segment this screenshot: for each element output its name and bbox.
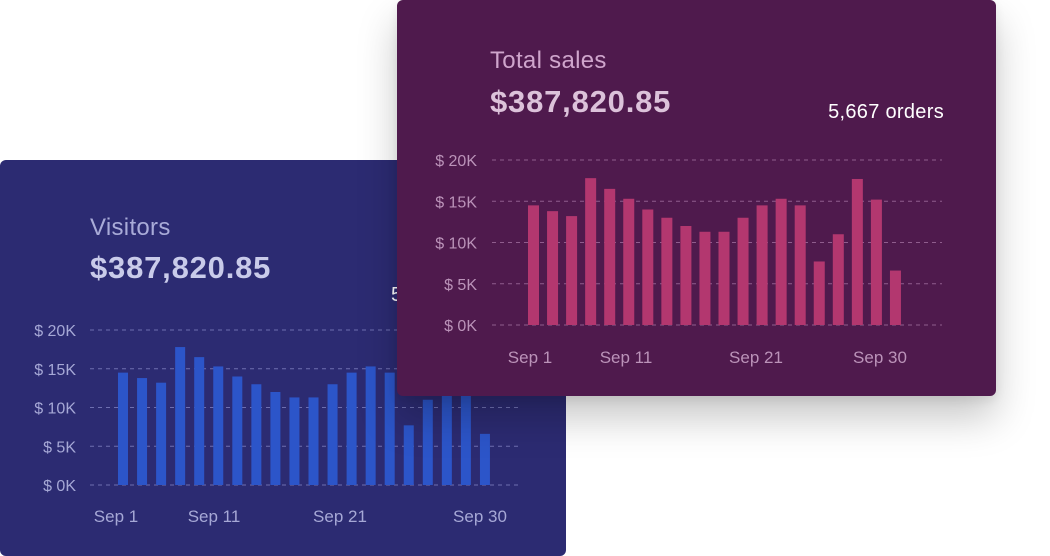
sales-bar-chart: $ 0K $ 5K $ 10K $ 15K $ 20K Sep 1 Sep 11 Sep 21… <box>435 153 942 367</box>
bar <box>403 425 414 485</box>
y-tick-label: $ 5K <box>444 277 477 294</box>
bar <box>794 205 806 325</box>
y-tick-label: $ 0K <box>43 478 76 495</box>
bar <box>251 384 262 485</box>
bar <box>585 178 597 325</box>
bar <box>832 234 844 325</box>
x-tick-label: Sep 21 <box>729 348 783 367</box>
bar <box>384 372 395 485</box>
bar <box>118 372 128 485</box>
y-tick-label: $ 10K <box>34 401 76 418</box>
y-tick-label: $ 20K <box>34 323 76 340</box>
x-tick-label: Sep 30 <box>453 507 507 526</box>
y-tick-label: $ 15K <box>435 194 477 211</box>
bar <box>737 217 749 325</box>
y-tick-label: $ 20K <box>435 153 477 170</box>
bar <box>661 217 673 325</box>
bar <box>642 209 654 325</box>
total-sales-card: Total sales $387,820.85 5,667 orders $ 0… <box>397 0 996 396</box>
bar <box>756 205 768 325</box>
x-tick-label: Sep 21 <box>313 507 367 526</box>
bar <box>566 216 578 325</box>
bar <box>680 226 692 325</box>
bar <box>699 231 711 325</box>
x-tick-label: Sep 30 <box>853 348 907 367</box>
bar <box>289 397 300 485</box>
y-tick-label: $ 10K <box>435 236 477 253</box>
bar <box>479 433 490 485</box>
bar <box>889 270 901 325</box>
bar <box>346 372 357 485</box>
bar <box>813 261 825 325</box>
bar <box>528 205 539 325</box>
y-tick-label: $ 5K <box>43 439 76 456</box>
x-tick-label: Sep 1 <box>508 348 552 367</box>
x-tick-label: Sep 11 <box>188 507 241 526</box>
bar <box>213 366 224 485</box>
bar <box>547 211 559 325</box>
bar <box>232 376 243 485</box>
bar <box>270 392 281 485</box>
bar <box>604 188 616 325</box>
bar <box>623 198 635 325</box>
y-tick-label: $ 0K <box>444 318 477 335</box>
bar <box>775 198 787 325</box>
bar <box>194 357 205 485</box>
bar <box>718 231 730 325</box>
bar <box>175 347 186 485</box>
bar <box>422 399 433 485</box>
bar <box>327 384 338 485</box>
bar <box>870 199 882 325</box>
x-tick-label: Sep 1 <box>94 507 138 526</box>
bar <box>365 366 376 485</box>
bar <box>156 382 167 485</box>
bar <box>851 178 863 325</box>
x-tick-label: Sep 11 <box>600 348 653 367</box>
y-tick-label: $ 15K <box>34 362 76 379</box>
bar <box>308 397 319 485</box>
bar <box>137 378 148 485</box>
